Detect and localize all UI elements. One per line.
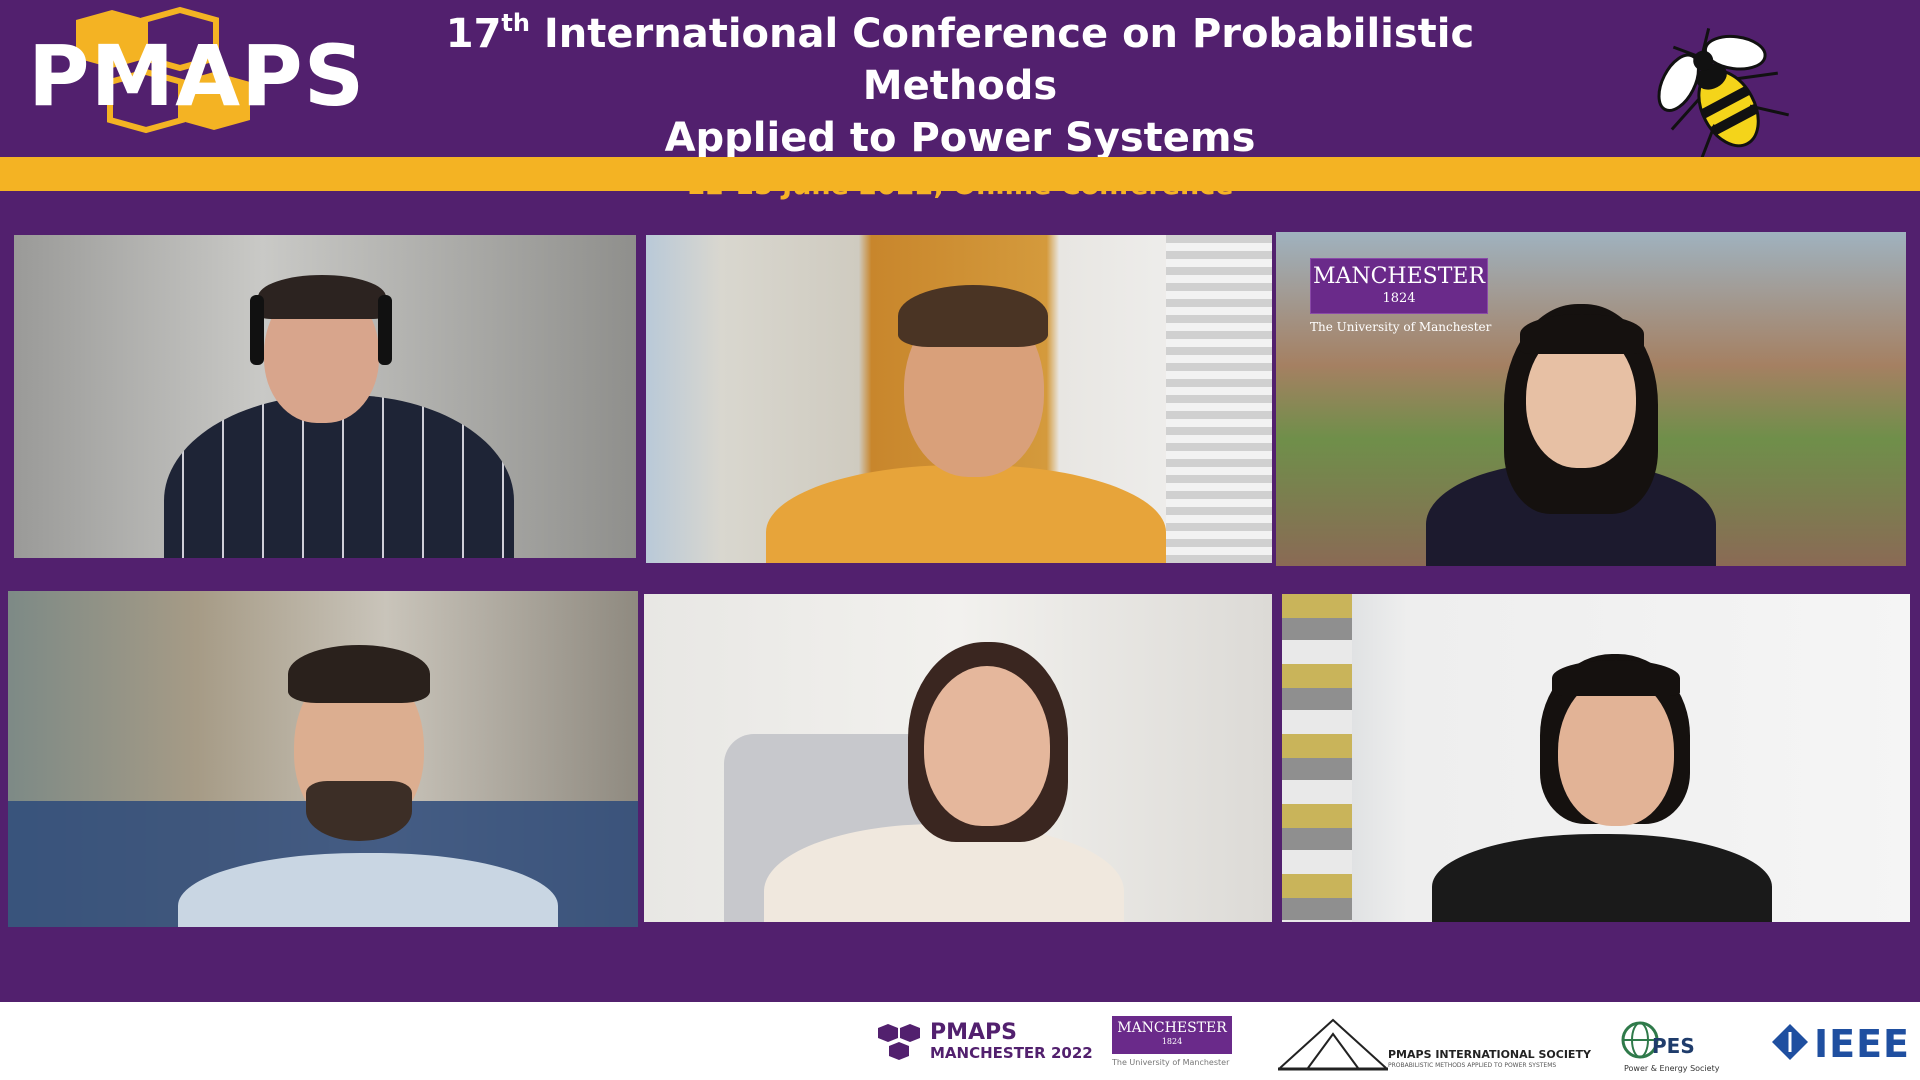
footer-pes-name: PES [1652, 1034, 1695, 1058]
footer-manchester-caption: The University of Manchester [1112, 1058, 1230, 1067]
manchester-badge: MANCHESTER 1824 [1310, 258, 1488, 314]
pmaps-logo-text: PMAPS [28, 27, 366, 125]
manchester-badge-name: MANCHESTER [1312, 264, 1486, 289]
footer-manchester-name: MANCHESTER [1117, 1020, 1227, 1036]
title-ordinal: 17 [445, 11, 502, 57]
video-tile-participant-3[interactable]: MANCHESTER 1824 The University of Manches… [1276, 232, 1906, 566]
video-tile-participant-5[interactable] [644, 594, 1272, 922]
manchester-badge-caption: The University of Manchester [1310, 320, 1492, 334]
video-tile-participant-2[interactable] [646, 235, 1272, 563]
header-accent-bar [0, 157, 1920, 191]
conference-header: PMAPS 17th International Conference on P… [0, 0, 1920, 201]
footer-pes-caption: Power & Energy Society [1624, 1064, 1720, 1073]
title-line-1: 17th International Conference on Probabi… [350, 8, 1570, 112]
video-tile-participant-4[interactable] [8, 591, 638, 927]
pmaps-logo: PMAPS [22, 6, 366, 154]
sponsor-footer: PMAPS MANCHESTER 2022 MANCHESTER 1824 The… [0, 1002, 1920, 1080]
footer-manchester-logo: MANCHESTER 1824 [1112, 1016, 1232, 1054]
footer-pmaps-subtitle: MANCHESTER 2022 [930, 1044, 1093, 1062]
footer-pmaps-name: PMAPS [930, 1020, 1018, 1045]
video-tile-participant-1[interactable] [14, 235, 636, 558]
title-ordinal-suffix: th [501, 9, 530, 37]
footer-pmaps-society-subtitle: PROBABILISTIC METHODS APPLIED TO POWER S… [1388, 1062, 1557, 1069]
ieee-diamond-icon [1772, 1024, 1808, 1060]
footer-manchester-year: 1824 [1161, 1037, 1183, 1046]
pmaps-society-logo [1278, 1018, 1388, 1071]
footer-ieee-name: IEEE [1814, 1022, 1911, 1066]
manchester-bee-icon [1657, 27, 1790, 163]
title-line-1-text: International Conference on Probabilisti… [529, 11, 1475, 109]
pmaps-hexagon-small-icon [878, 1024, 920, 1060]
footer-pmaps-society: PMAPS INTERNATIONAL SOCIETY [1388, 1048, 1591, 1061]
video-tile-participant-6[interactable] [1282, 594, 1910, 922]
manchester-badge-year: 1824 [1382, 291, 1416, 306]
